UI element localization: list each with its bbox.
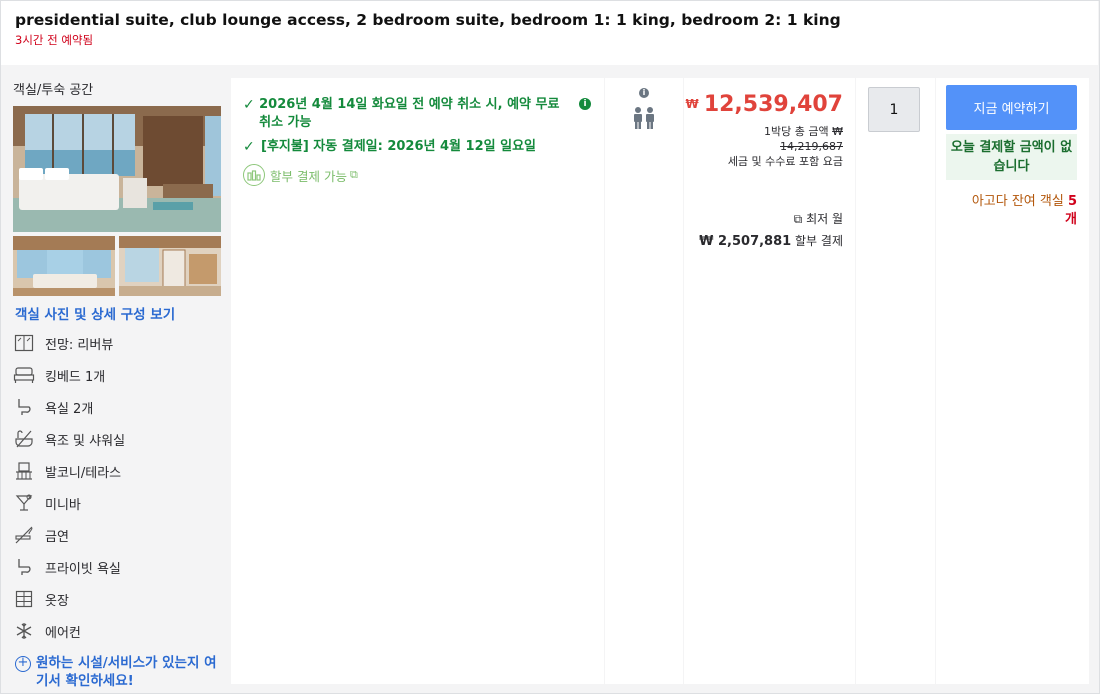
- room-title: presidential suite, club lounge access, …: [15, 11, 841, 29]
- amenity-label: 금연: [45, 529, 69, 545]
- monthly-installment-row: ₩ 2,507,881 할부 결제: [699, 232, 843, 249]
- monthly-amount: ₩ 2,507,881: [699, 234, 792, 249]
- external-link-icon: ⧉: [793, 212, 803, 226]
- view-icon: [13, 332, 35, 354]
- room-header: presidential suite, club lounge access, …: [1, 1, 1098, 65]
- amenity-balcony: 발코니/테라스: [13, 460, 121, 482]
- bed-icon: [13, 364, 35, 386]
- minibar-icon: [13, 492, 35, 514]
- tax-note-row: 세금 및 수수료 포함 요금: [728, 154, 843, 169]
- booking-column: 지금 예약하기 오늘 결제할 금액이 없습니다 아고다 잔여 객실 5 개: [936, 78, 1089, 684]
- rooms-left-prefix: 아고다 잔여 객실: [971, 194, 1064, 209]
- balcony-icon: [13, 460, 35, 482]
- amenity-label: 발코니/테라스: [45, 465, 122, 481]
- installment-text: 할부 결제 가능: [270, 168, 347, 184]
- free-cancellation-text: 2026년 4월 14일 화요일 전 예약 취소 시, 예약 무료 취소 가능: [259, 97, 560, 130]
- original-price-row: 14,219,687: [780, 139, 843, 154]
- amenity-label: 미니바: [45, 497, 81, 513]
- amenity-air-conditioning: 에어컨: [13, 620, 81, 642]
- amenity-no-smoking: 금연: [13, 524, 69, 546]
- per-night-total-row: 1박당 총 금액 ₩: [764, 124, 843, 139]
- free-cancellation-row: ✓ 2026년 4월 14일 화요일 전 예약 취소 시, 예약 무료 취소 가…: [243, 96, 568, 132]
- no-smoking-icon: [13, 524, 35, 546]
- monthly-suffix: 할부 결제: [795, 234, 843, 248]
- amenity-bathrooms: 욕실 2개: [13, 396, 93, 418]
- amenity-label: 욕조 및 샤워실: [45, 433, 126, 449]
- private-bathroom-icon: [13, 556, 35, 578]
- original-price: 14,219,687: [780, 140, 843, 153]
- rooms-left-suffix: 개: [1065, 212, 1077, 227]
- occupancy-column: i: [605, 78, 683, 684]
- min-monthly-label: 최저 월: [806, 212, 843, 226]
- facility-check-link[interactable]: + 원하는 시설/서비스가 있는지 여기서 확인하세요!: [15, 654, 225, 690]
- installment-available-link[interactable]: 할부 결제 가능 ⧉: [243, 164, 358, 186]
- booked-recently-note: 3시간 전 예약됨: [15, 33, 94, 47]
- two-adults-icon: [632, 106, 656, 134]
- check-icon: ✓: [243, 97, 255, 113]
- info-icon[interactable]: i: [579, 98, 591, 110]
- amenity-label: 전망: 리버뷰: [45, 337, 114, 353]
- per-night-label: 1박당 총 금액: [764, 125, 829, 138]
- pay-later-text: [후지불] 자동 결제일: 2026년 4월 12일 일요일: [261, 139, 536, 154]
- facility-check-text: 원하는 시설/서비스가 있는지 여기서 확인하세요!: [36, 655, 217, 689]
- pay-today-note: 오늘 결제할 금액이 없습니다: [946, 134, 1077, 180]
- room-info-column: 객실/투숙 공간 객실 사진 및 상세 구성 보기 전망: 리버뷰 킹베드 1개…: [1, 66, 229, 693]
- tax-note: 세금 및 수수료 포함 요금: [727, 155, 843, 168]
- info-icon[interactable]: i: [639, 88, 649, 98]
- amenity-label: 킹베드 1개: [45, 369, 106, 385]
- policy-column: ✓ 2026년 4월 14일 화요일 전 예약 취소 시, 예약 무료 취소 가…: [231, 78, 604, 684]
- room-photo-thumbnail-2[interactable]: [119, 236, 221, 296]
- installment-icon: [243, 164, 265, 186]
- amenity-bathtub-shower: 욕조 및 샤워실: [13, 428, 125, 450]
- amenity-label: 욕실 2개: [45, 401, 94, 417]
- price-amount: 12,539,407: [703, 92, 843, 117]
- amenity-label: 옷장: [45, 593, 69, 609]
- amenity-label: 에어컨: [45, 625, 81, 641]
- min-monthly-label-row: ⧉ 최저 월: [794, 210, 843, 227]
- current-price: ₩ 12,539,407: [685, 92, 843, 117]
- quantity-column: 1: [856, 78, 935, 684]
- amenity-bed: 킹베드 1개: [13, 364, 105, 386]
- book-now-button[interactable]: 지금 예약하기: [946, 85, 1077, 130]
- room-photos-link[interactable]: 객실 사진 및 상세 구성 보기: [15, 303, 175, 323]
- amenity-private-bathroom: 프라이빗 욕실: [13, 556, 121, 578]
- room-photo-main[interactable]: [13, 106, 221, 232]
- plus-circle-icon: +: [15, 656, 31, 672]
- external-link-icon: ⧉: [349, 168, 358, 181]
- price-column: ₩ 12,539,407 1박당 총 금액 ₩ 14,219,687 세금 및 …: [684, 78, 855, 684]
- room-photo-thumbnail-1[interactable]: [13, 236, 115, 296]
- air-conditioning-icon: [13, 620, 35, 642]
- wardrobe-icon: [13, 588, 35, 610]
- amenity-wardrobe: 옷장: [13, 588, 69, 610]
- rooms-left-note: 아고다 잔여 객실 5 개: [946, 193, 1077, 229]
- amenity-minibar: 미니바: [13, 492, 81, 514]
- bathroom-icon: [13, 396, 35, 418]
- bathtub-shower-icon: [13, 428, 35, 450]
- original-currency-symbol: ₩: [832, 125, 843, 138]
- rooms-left-count: 5: [1067, 194, 1077, 209]
- amenity-view: 전망: 리버뷰: [13, 332, 113, 354]
- currency-symbol: ₩: [685, 97, 699, 111]
- room-type-label: 객실/투숙 공간: [13, 83, 94, 98]
- check-icon: ✓: [243, 139, 255, 155]
- pay-later-row: ✓ [후지불] 자동 결제일: 2026년 4월 12일 일요일: [243, 138, 583, 156]
- room-quantity-select[interactable]: 1: [868, 87, 920, 132]
- amenity-label: 프라이빗 욕실: [45, 561, 121, 577]
